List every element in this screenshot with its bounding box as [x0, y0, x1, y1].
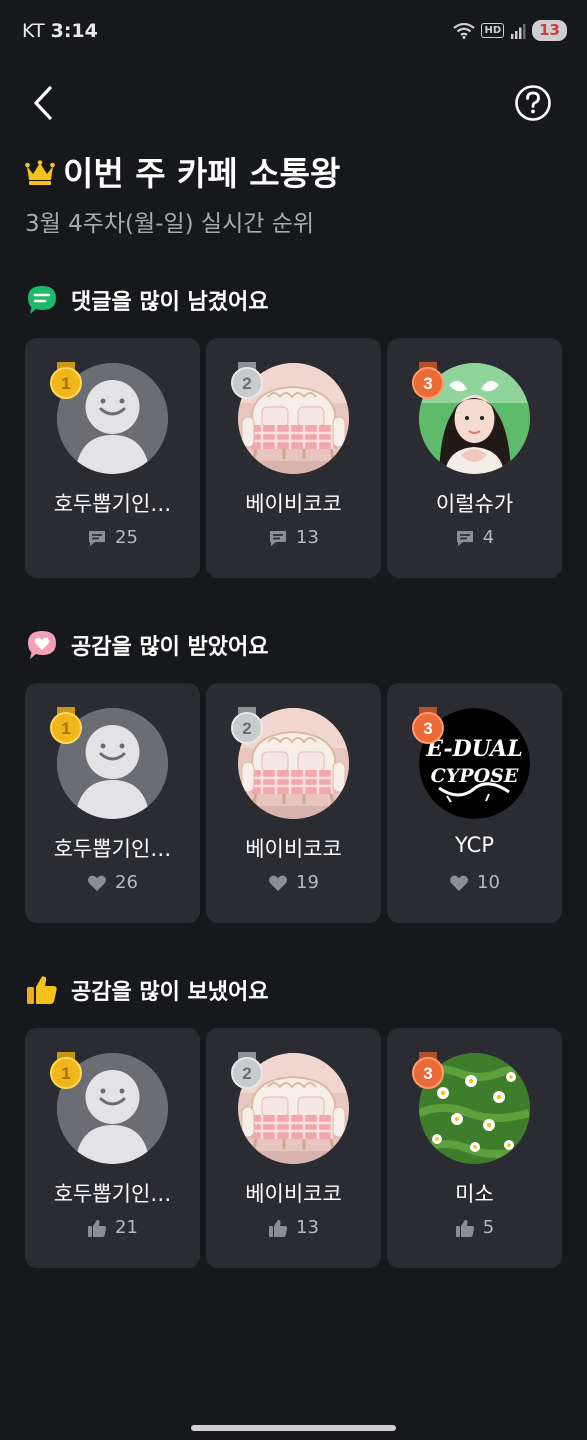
like-count: 10	[477, 872, 500, 893]
bronze-medal-icon	[411, 1052, 445, 1090]
member-nickname: 이럴슈가	[435, 492, 514, 516]
member-nickname: 미소	[455, 1182, 494, 1206]
carrier-label: KT	[22, 20, 45, 42]
thumbs-up-small-icon	[87, 1218, 107, 1238]
battery-level: 13	[539, 21, 560, 39]
gold-medal-icon	[49, 707, 83, 745]
rank-card-2[interactable]: 베이비코코 13	[206, 1028, 381, 1268]
ranking-cards: 호두뽑기인… 26 베이비코코 19 YCP 10	[25, 683, 562, 923]
section-likes-sent: 공감을 많이 보냈어요 호두뽑기인… 21 베이비코코 13 미소 5	[25, 973, 562, 1268]
count-row: 5	[387, 1217, 562, 1238]
signal-icon	[511, 23, 526, 39]
home-indicator[interactable]	[191, 1425, 396, 1431]
sent-like-count: 13	[296, 1217, 319, 1238]
comment-icon	[455, 528, 475, 548]
rank-card-3[interactable]: YCP 10	[387, 683, 562, 923]
status-bar: KT 3:14 HD 13	[0, 0, 587, 64]
member-nickname: YCP	[454, 833, 494, 857]
thumbs-up-small-icon	[268, 1218, 288, 1238]
count-row: 25	[25, 527, 200, 548]
section-title: 공감을 많이 받았어요	[71, 635, 269, 660]
bronze-medal-icon	[411, 707, 445, 745]
member-nickname: 베이비코코	[245, 837, 342, 861]
like-count: 19	[296, 872, 319, 893]
silver-medal-icon	[230, 362, 264, 400]
clock: 3:14	[50, 20, 98, 42]
carrier-time: KT 3:14	[22, 20, 98, 42]
comment-icon	[268, 528, 288, 548]
gold-medal-icon	[49, 362, 83, 400]
count-row: 13	[206, 527, 381, 548]
thumbs-up-small-icon	[455, 1218, 475, 1238]
silver-medal-icon	[230, 707, 264, 745]
comment-bubble-icon	[28, 286, 56, 314]
hd-voice-badge: HD	[481, 23, 505, 38]
heart-icon	[268, 873, 288, 893]
section-title: 공감을 많이 보냈어요	[71, 980, 269, 1005]
member-nickname: 베이비코코	[245, 1182, 342, 1206]
ranking-cards: 호두뽑기인… 25 베이비코코 13 이럴슈가 4	[25, 338, 562, 578]
gold-medal-icon	[49, 1052, 83, 1090]
section-header: 공감을 많이 보냈어요	[25, 973, 562, 1007]
question-circle-icon[interactable]	[514, 84, 552, 122]
count-row: 26	[25, 872, 200, 893]
comment-count: 4	[482, 527, 495, 548]
rank-card-1[interactable]: 호두뽑기인… 21	[25, 1028, 200, 1268]
section-likes-received: 공감을 많이 받았어요 호두뽑기인… 26 베이비코코 19 YCP 10	[25, 628, 562, 923]
heart-icon	[87, 873, 107, 893]
sent-like-count: 21	[115, 1217, 138, 1238]
section-title: 댓글을 많이 남겼어요	[71, 290, 269, 315]
count-row: 4	[387, 527, 562, 548]
heart-bubble-icon	[28, 631, 56, 659]
count-row: 19	[206, 872, 381, 893]
rank-card-2[interactable]: 베이비코코 13	[206, 338, 381, 578]
chevron-left-icon[interactable]	[26, 82, 62, 124]
rank-card-3[interactable]: 이럴슈가 4	[387, 338, 562, 578]
section-comments: 댓글을 많이 남겼어요 호두뽑기인… 25 베이비코코 13 이럴슈가 4	[25, 283, 562, 578]
wifi-icon	[453, 22, 476, 39]
section-header: 공감을 많이 받았어요	[25, 628, 562, 662]
ranking-cards: 호두뽑기인… 21 베이비코코 13 미소 5	[25, 1028, 562, 1268]
member-nickname: 호두뽑기인…	[53, 1182, 172, 1206]
comment-count: 25	[115, 527, 138, 548]
sent-like-count: 5	[482, 1217, 495, 1238]
heart-icon	[449, 873, 469, 893]
member-nickname: 호두뽑기인…	[53, 492, 172, 516]
comment-count: 13	[296, 527, 319, 548]
page-title-row: 이번 주 카페 소통왕	[25, 148, 565, 194]
battery-indicator: 13	[532, 20, 567, 41]
silver-medal-icon	[230, 1052, 264, 1090]
page-subtitle: 3월 4주차(월-일) 실시간 순위	[25, 211, 315, 237]
status-icons: HD 13	[453, 20, 567, 41]
page-header: 이번 주 카페 소통왕 3월 4주차(월-일) 실시간 순위	[25, 148, 565, 238]
rank-card-3[interactable]: 미소 5	[387, 1028, 562, 1268]
count-row: 13	[206, 1217, 381, 1238]
section-header: 댓글을 많이 남겼어요	[25, 283, 562, 317]
like-count: 26	[115, 872, 138, 893]
member-nickname: 호두뽑기인…	[53, 837, 172, 861]
bronze-medal-icon	[411, 362, 445, 400]
crown-icon	[25, 160, 55, 185]
rank-card-1[interactable]: 호두뽑기인… 25	[25, 338, 200, 578]
member-nickname: 베이비코코	[245, 492, 342, 516]
rank-card-1[interactable]: 호두뽑기인… 26	[25, 683, 200, 923]
thumbs-up-icon	[27, 976, 57, 1004]
page-title: 이번 주 카페 소통왕	[63, 154, 341, 193]
count-row: 21	[25, 1217, 200, 1238]
count-row: 10	[387, 872, 562, 893]
comment-icon	[87, 528, 107, 548]
top-nav	[0, 80, 587, 126]
rank-card-2[interactable]: 베이비코코 19	[206, 683, 381, 923]
